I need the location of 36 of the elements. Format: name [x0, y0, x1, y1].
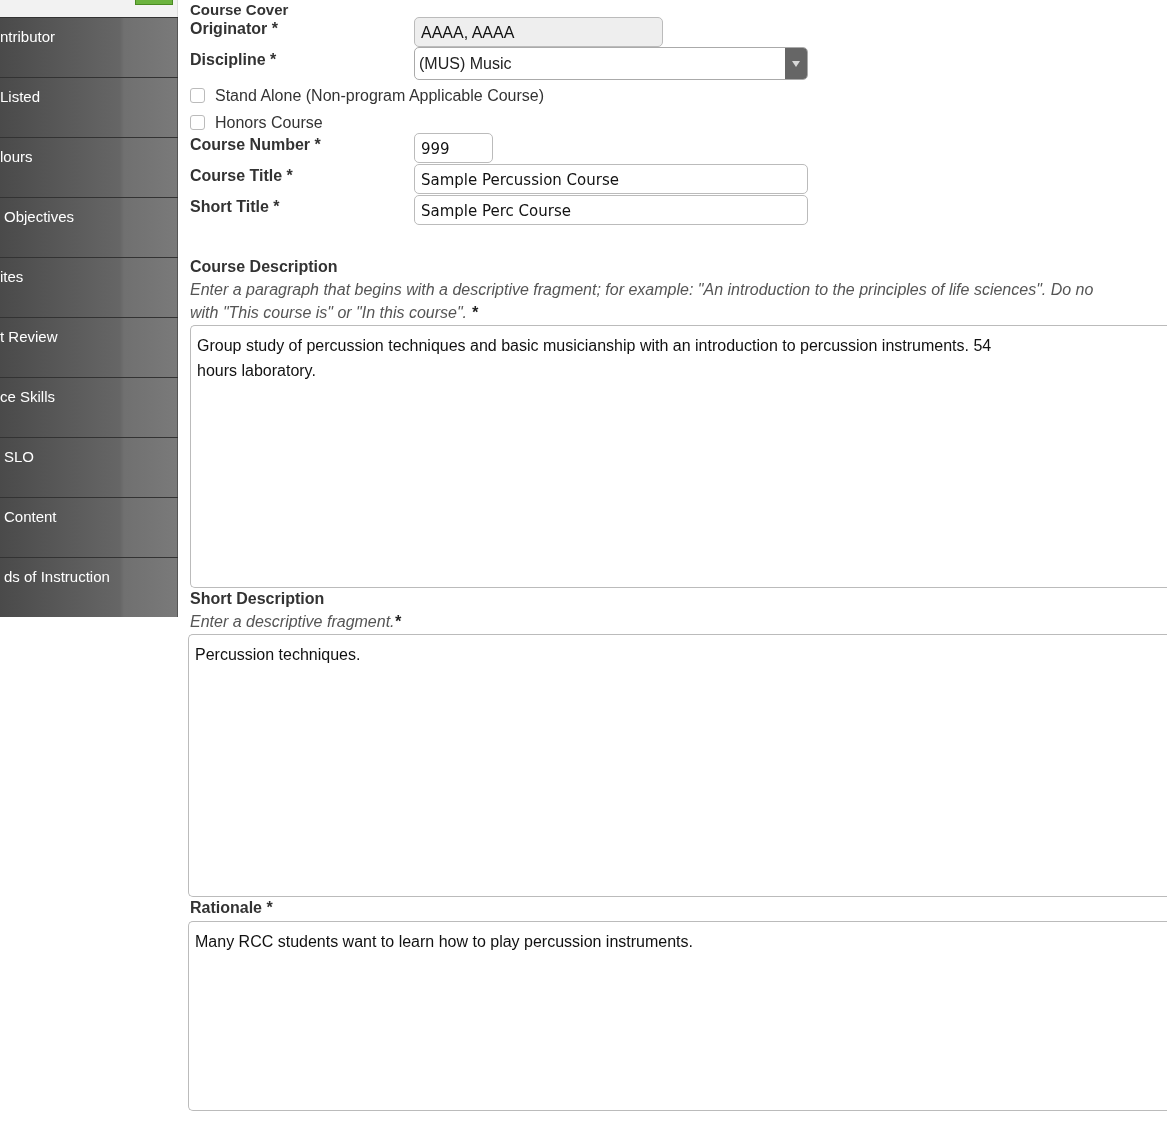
sidebar-item[interactable]: ce Skills [0, 377, 178, 437]
field-label: Short Description [190, 590, 326, 608]
input-field[interactable]: AAAA, AAAA [414, 17, 663, 47]
checkbox[interactable] [190, 88, 205, 103]
sidebar-item[interactable]: Content [0, 497, 178, 557]
sidebar-item[interactable]: Listed [0, 77, 178, 137]
field-label: Rationale * [190, 899, 274, 917]
hint-text: Enter a descriptive fragment.* [190, 613, 403, 631]
field-label: Originator * [190, 19, 279, 38]
text-area[interactable]: Percussion techniques. [188, 634, 1167, 897]
field-label: Discipline * [190, 50, 278, 69]
input-field[interactable]: 999 [414, 133, 493, 163]
hint-text: with "This course is" or "In this course". * [190, 304, 480, 322]
hint-text: Enter a paragraph that begins with a descriptive fragment; for example: "An introduction to the principles of life sciences". Do no [190, 281, 1095, 299]
section-title: Course Cover [190, 0, 290, 19]
sidebar-item[interactable]: ntributor [0, 17, 178, 77]
field-label: Course Number * [190, 135, 322, 154]
toggle-button[interactable] [135, 0, 173, 5]
checkbox-label: Stand Alone (Non-program Applicable Course) [215, 86, 545, 105]
sidebar-item[interactable]: ites [0, 257, 178, 317]
checkbox[interactable] [190, 115, 205, 130]
discipline-dropdown[interactable]: (MUS) Music [414, 47, 808, 80]
sidebar-item[interactable]: ds of Instruction [0, 557, 178, 617]
sidebar-item[interactable]: lours [0, 137, 178, 197]
input-field[interactable]: Sample Perc Course [414, 195, 808, 225]
text-area[interactable]: Group study of percussion techniques and basic musicianship with an introduction to percussion instruments. 54 hours laboratory. [190, 325, 1167, 588]
text-area[interactable]: Many RCC students want to learn how to play percussion instruments. [188, 921, 1167, 1111]
field-label: Course Title * [190, 166, 294, 185]
input-field[interactable]: Sample Percussion Course [414, 164, 808, 194]
sidebar-item[interactable]: Objectives [0, 197, 178, 257]
checkbox-label: Honors Course [215, 113, 323, 132]
dropdown-arrow-icon [791, 59, 801, 68]
field-label: Short Title * [190, 197, 281, 216]
sidebar-item[interactable]: t Review [0, 317, 178, 377]
sidebar-item[interactable]: SLO [0, 437, 178, 497]
field-label: Course Description [190, 258, 339, 276]
